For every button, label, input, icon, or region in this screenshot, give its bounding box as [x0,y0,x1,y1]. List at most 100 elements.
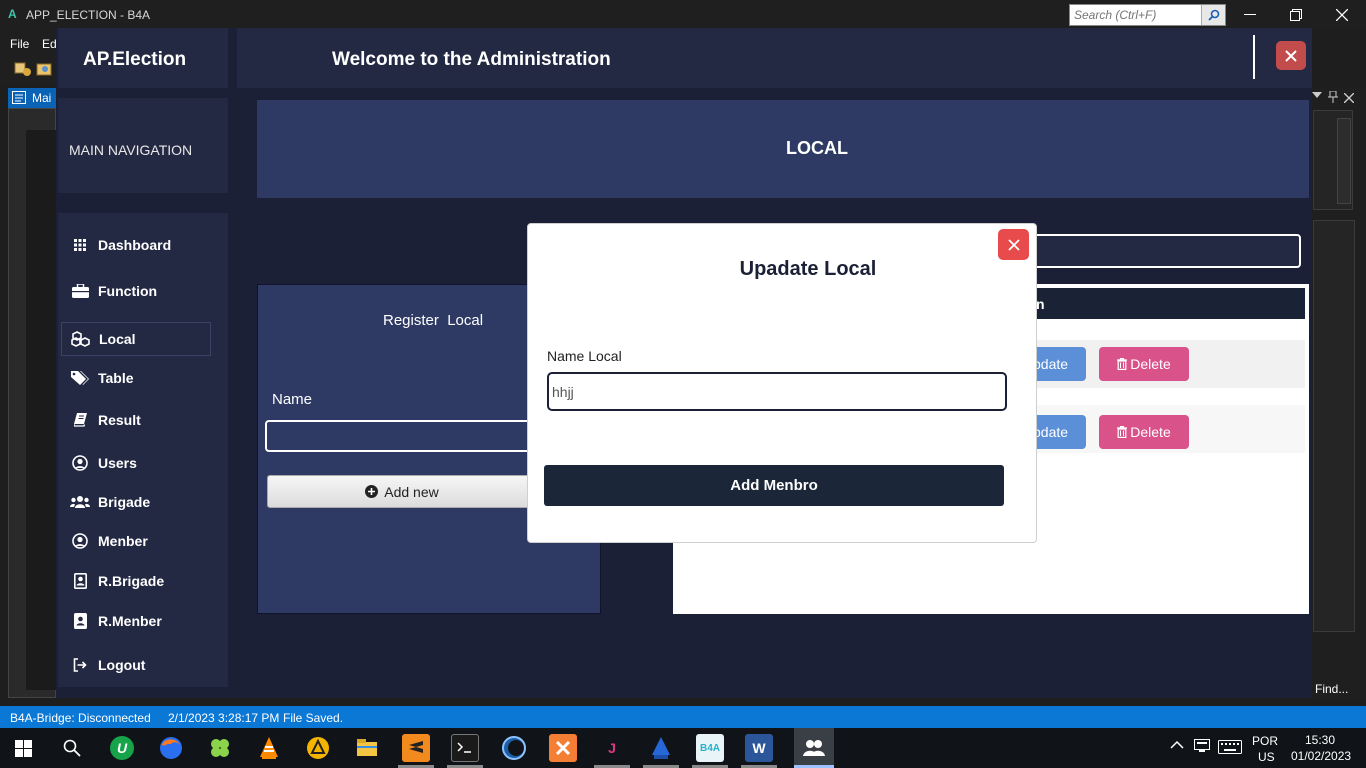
sidebar-item-label: R.Menber [98,613,162,629]
firefox-icon[interactable] [157,734,185,762]
update-button[interactable]: pdate [1033,347,1086,381]
sidebar-item-function[interactable]: Function [61,274,211,308]
status-bridge: B4A-Bridge: Disconnected [10,711,151,725]
clock-date: 01/02/2023 [1291,749,1352,763]
sidebar-item-result[interactable]: Result [61,403,211,437]
name-local-input[interactable] [547,372,1007,411]
clover-icon[interactable] [206,734,234,762]
user-square-icon [61,573,97,589]
chevron-up-icon[interactable] [1170,741,1184,749]
windows-start-icon[interactable] [15,740,32,757]
menu-edit[interactable]: Ed [42,37,57,51]
page-title: LOCAL [786,138,848,158]
modal-title: Upadate Local [739,258,877,280]
sidebar-item-label: Menber [98,533,148,549]
toolbar-designer-icon[interactable] [14,60,32,78]
xampp-icon[interactable] [549,734,577,762]
add-new-button[interactable]: Add new [267,475,537,508]
grid-icon [61,239,97,251]
update-label: pdate [1033,424,1069,440]
sidebar-item-r-menber[interactable]: R.Menber [61,604,211,638]
search-icon[interactable] [1201,5,1225,25]
sidebar-item-brigade[interactable]: Brigade [61,485,211,519]
eclipse-icon[interactable] [500,734,528,762]
input-language-indicator[interactable]: POR US [1252,733,1278,765]
sidebar-item-r-brigade[interactable]: R.Brigade [61,564,211,598]
plus-circle-icon [365,485,379,498]
upwork-icon[interactable]: U [108,734,136,762]
sidebar-item-users[interactable]: Users [61,446,211,480]
keyboard-layout: US [1258,750,1275,764]
book-icon [61,413,97,427]
svg-text:U: U [117,740,128,756]
minimize-icon[interactable] [1230,4,1270,26]
taskbar-clock[interactable]: 15:30 01/02/2023 [1291,732,1351,764]
dropdown-arrow-icon[interactable] [1312,92,1322,98]
terminal-icon[interactable] [451,734,479,762]
ide-find-link[interactable]: Find... [1315,682,1348,696]
ide-logs-box [1313,220,1355,632]
page-header-title: Welcome to the Administration [332,49,611,70]
module-icon [12,91,26,104]
user-circle-icon [61,455,97,471]
ide-search-input[interactable] [1070,5,1200,25]
vlc-icon[interactable] [255,734,283,762]
sidebar-item-label: Users [98,455,137,471]
close-icon [1007,238,1020,251]
register-name-label: Name [272,391,313,408]
sign-out-icon [61,658,97,672]
register-name-input[interactable] [265,420,540,452]
sidebar-item-label: Result [98,412,141,428]
sidebar-item-local[interactable]: Local [61,322,211,356]
file-explorer-icon[interactable] [353,734,381,762]
ide-search-box[interactable] [1069,4,1226,26]
close-icon [1285,49,1297,62]
artix-icon[interactable] [304,734,332,762]
b4a-logo-icon: A [8,7,17,21]
user-circle-icon [61,533,97,549]
list-table-header [1035,288,1305,319]
update-button[interactable]: pdate [1033,415,1086,449]
ide-scrollbar[interactable] [1337,118,1351,204]
sidebar-item-logout[interactable]: Logout [61,648,211,682]
language-code: POR [1252,734,1279,748]
window-close-icon[interactable] [1322,4,1362,26]
ide-code-area[interactable] [26,130,56,690]
register-card-title: Register Local [383,312,484,329]
menu-file[interactable]: File [10,37,29,51]
delete-button[interactable]: Delete [1099,415,1189,449]
restore-icon[interactable] [1276,4,1316,26]
user-square-icon [61,613,97,629]
sidebar-item-label: Dashboard [98,237,172,253]
sourcetree-icon[interactable] [647,734,675,762]
b4a-icon[interactable]: B4A [696,734,724,762]
cubes-icon [62,331,98,347]
delete-label: Delete [1130,356,1171,372]
toolbar-open-icon[interactable] [36,60,54,78]
jetbrains-icon[interactable]: J [598,734,626,762]
app-brand[interactable]: AP.Election [83,49,186,71]
delete-button[interactable]: Delete [1099,347,1189,381]
panel-close-icon[interactable] [1344,93,1354,103]
add-menbro-button[interactable]: Add Menbro [544,465,1004,506]
pin-icon[interactable] [1328,91,1338,103]
sidebar-item-dashboard[interactable]: Dashboard [61,228,211,262]
notification-area-icon[interactable] [1194,739,1210,753]
app-election-icon[interactable] [794,728,834,768]
taskbar-search-icon[interactable] [63,739,81,757]
sidebar-item-menber[interactable]: Menber [61,524,211,558]
sidebar-item-label: Local [99,331,136,347]
word-icon[interactable]: W [745,734,773,762]
trash-icon [1117,426,1128,438]
modal-close-button[interactable] [998,229,1029,260]
sidebar-item-label: Table [98,370,134,386]
status-message: File Saved. [283,711,344,725]
sidebar-item-table[interactable]: Table [61,361,211,395]
delete-label: Delete [1130,424,1171,440]
app-close-button[interactable] [1276,41,1306,70]
taskbar [0,728,1366,768]
nav-section-title: MAIN NAVIGATION [69,142,193,158]
keyboard-icon[interactable] [1218,740,1242,754]
sublime-text-icon[interactable] [402,734,430,762]
status-timestamp: 2/1/2023 3:28:17 PM [168,711,280,725]
